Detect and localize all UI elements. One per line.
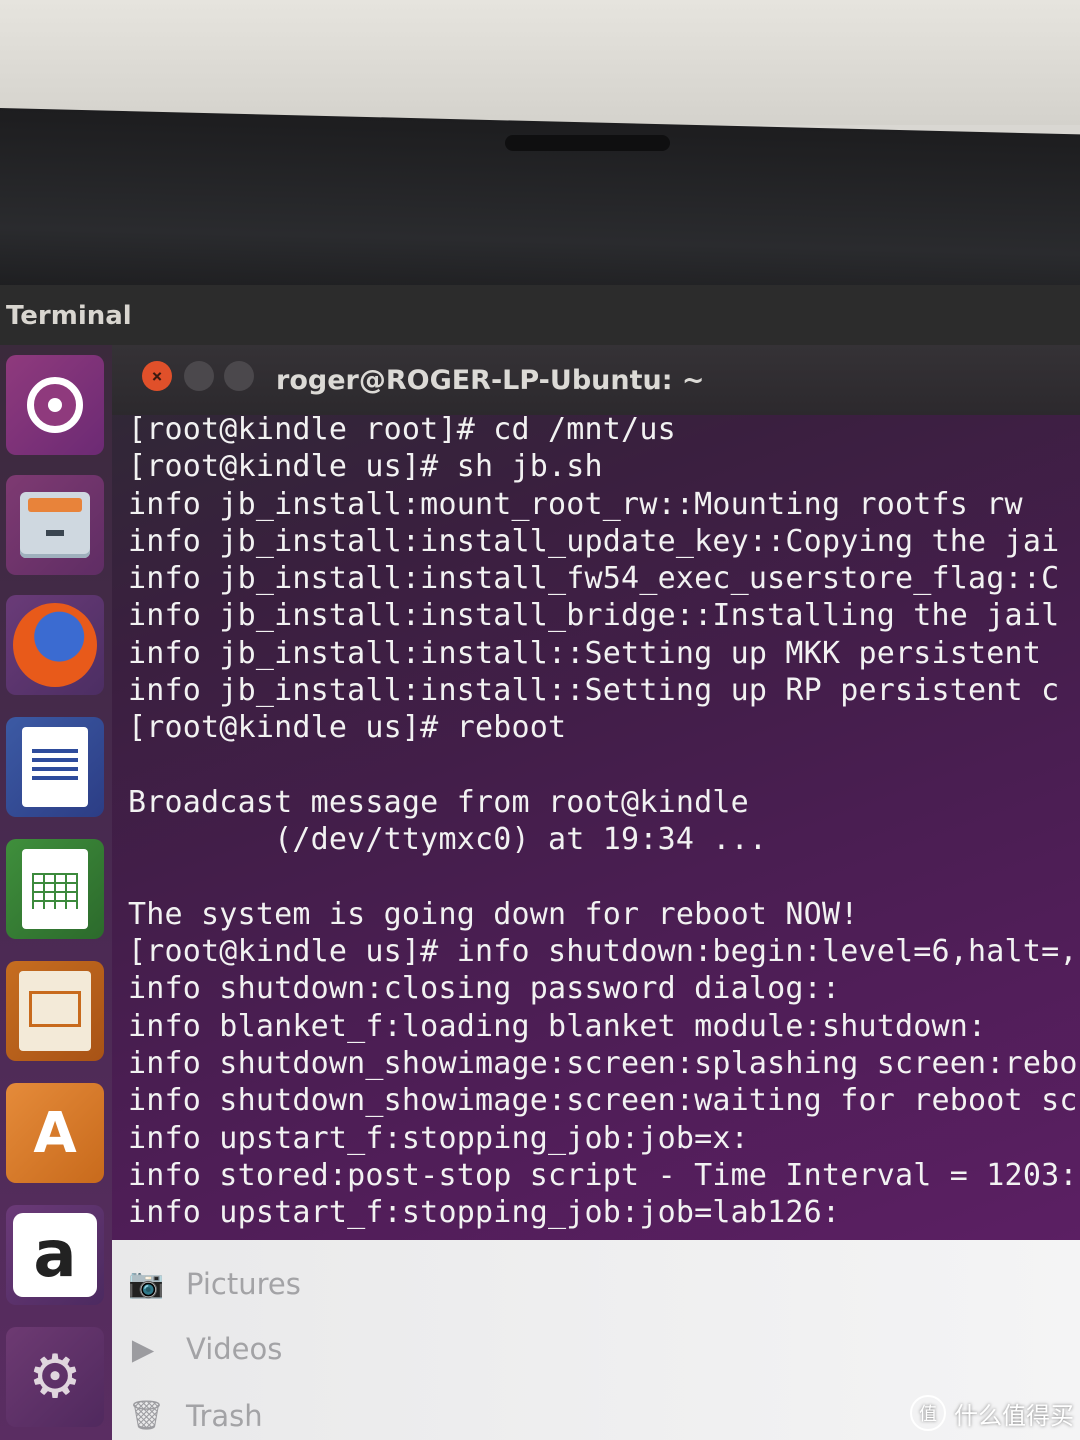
watermark: 值 什么值得买 — [910, 1395, 1074, 1431]
amazon-icon: a — [13, 1213, 97, 1297]
top-panel-app-title: Terminal — [6, 301, 132, 331]
maximize-icon[interactable] — [224, 361, 254, 391]
places-item-videos[interactable]: ▶ Videos — [128, 1332, 283, 1366]
launcher-software-center[interactable]: A — [6, 1083, 104, 1183]
launcher-writer[interactable] — [6, 717, 104, 817]
terminal-line: Broadcast message from root@kindle — [128, 784, 749, 820]
calc-spreadsheet-icon — [22, 849, 88, 929]
launcher-calc[interactable] — [6, 839, 104, 939]
terminal-line: info stored:post-stop script - Time Inte… — [128, 1157, 1078, 1193]
terminal-line: info jb_install:install_fw54_exec_userst… — [128, 561, 1060, 597]
impress-presentation-icon — [19, 971, 91, 1051]
terminal-line: [root@kindle us]# info shutdown:begin:le… — [128, 934, 1078, 970]
close-icon[interactable]: × — [142, 361, 172, 391]
terminal-line: info jb_install:mount_root_rw::Mounting … — [128, 486, 1023, 522]
terminal-line: info shutdown:closing password dialog:: — [128, 971, 841, 1007]
settings-tools-icon: ⚙ — [28, 1342, 82, 1412]
window-title: roger@ROGER-LP-Ubuntu: ~ — [276, 365, 705, 396]
screen: Terminal A a ⚙ × roger@ROGER-LP-Ubuntu: … — [0, 285, 1080, 1440]
background-wall — [0, 0, 1080, 125]
minimize-icon[interactable] — [184, 361, 214, 391]
terminal-line: info jb_install:install::Setting up RP p… — [128, 673, 1060, 709]
video-icon: ▶ — [131, 1332, 155, 1366]
camera-icon: 📷 — [128, 1266, 165, 1300]
trash-icon: 🗑 — [128, 1398, 165, 1432]
terminal-line: info jb_install:install_update_key::Copy… — [128, 523, 1060, 559]
launcher-files[interactable] — [6, 475, 104, 575]
launcher-impress[interactable] — [6, 961, 104, 1061]
terminal-line: info jb_install:install_bridge::Installi… — [128, 598, 1060, 634]
terminal-line: (/dev/ttymxc0) at 19:34 ... — [128, 822, 768, 858]
places-item-trash[interactable]: 🗑 Trash — [128, 1398, 263, 1433]
unity-launcher: A a ⚙ — [0, 345, 112, 1440]
places-item-pictures[interactable]: 📷 Pictures — [128, 1266, 301, 1301]
firefox-icon — [13, 603, 97, 687]
terminal-output[interactable]: [root@kindle root]# cd /mnt/us [root@kin… — [128, 411, 1078, 1232]
shopping-bag-icon: A — [33, 1100, 77, 1166]
places-item-label: Trash — [186, 1398, 263, 1433]
launcher-firefox[interactable] — [6, 595, 104, 695]
launcher-amazon[interactable]: a — [6, 1205, 104, 1305]
terminal-window[interactable]: × roger@ROGER-LP-Ubuntu: ~ [root@kindle … — [112, 345, 1080, 1240]
file-cabinet-icon — [20, 492, 90, 558]
terminal-line: info jb_install:install::Setting up MKK … — [128, 635, 1042, 671]
terminal-line: info shutdown_showimage:screen:splashing… — [128, 1046, 1078, 1082]
places-item-label: Pictures — [186, 1266, 301, 1301]
terminal-line: [root@kindle us]# reboot — [128, 710, 567, 746]
terminal-line: info upstart_f:stopping_job:job=x: — [128, 1120, 749, 1156]
launcher-system-settings[interactable]: ⚙ — [6, 1327, 104, 1427]
window-titlebar[interactable]: × roger@ROGER-LP-Ubuntu: ~ — [112, 345, 1080, 415]
terminal-line: info shutdown_showimage:screen:waiting f… — [128, 1083, 1078, 1119]
watermark-badge-icon: 值 — [910, 1395, 946, 1431]
terminal-line: info upstart_f:stopping_job:job=lab126: — [128, 1195, 841, 1231]
terminal-line: [root@kindle root]# cd /mnt/us — [128, 412, 676, 447]
laptop-hinge — [505, 135, 670, 151]
terminal-line: info blanket_f:loading blanket module:sh… — [128, 1008, 987, 1044]
launcher-ubuntu-dash[interactable] — [6, 355, 104, 455]
watermark-text: 什么值得买 — [954, 1401, 1074, 1430]
writer-document-icon — [22, 727, 88, 807]
terminal-line: [root@kindle us]# sh jb.sh — [128, 449, 603, 485]
ubuntu-logo-icon — [27, 377, 83, 433]
places-item-label: Videos — [186, 1332, 283, 1366]
terminal-line: The system is going down for reboot NOW! — [128, 896, 859, 932]
